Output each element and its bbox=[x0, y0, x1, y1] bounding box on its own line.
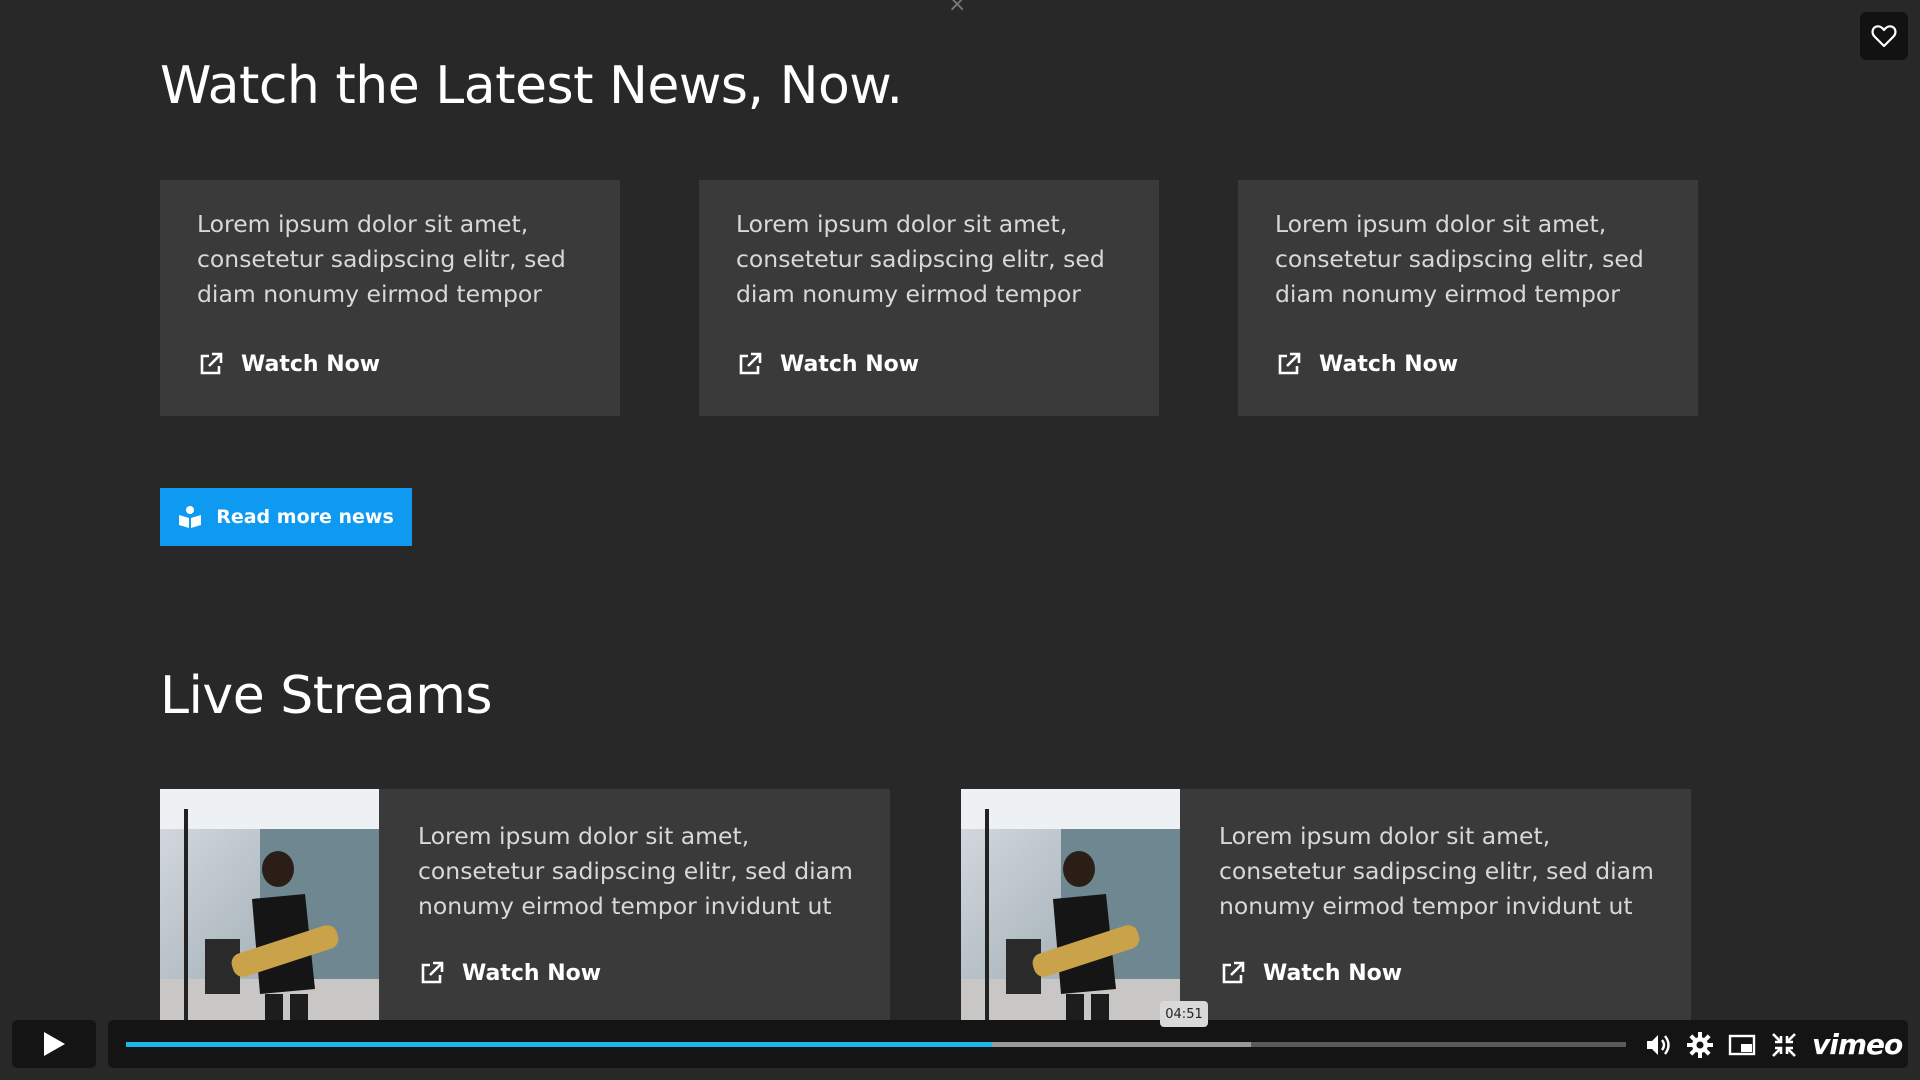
stream-card: Lorem ipsum dolor sit amet, consetetur s… bbox=[961, 789, 1691, 1025]
news-card-text: Lorem ipsum dolor sit amet, consetetur s… bbox=[1275, 210, 1644, 308]
stream-thumbnail[interactable] bbox=[961, 789, 1180, 1025]
watch-now-label: Watch Now bbox=[241, 351, 381, 377]
player-control-bar bbox=[108, 1020, 1908, 1068]
external-link-icon bbox=[421, 961, 444, 984]
heart-icon bbox=[1871, 25, 1897, 48]
like-button[interactable] bbox=[1860, 12, 1908, 60]
news-card-text: Lorem ipsum dolor sit amet, consetetur s… bbox=[736, 210, 1105, 308]
external-link-icon bbox=[200, 352, 223, 375]
reader-icon bbox=[179, 506, 202, 528]
picture-in-picture-icon[interactable] bbox=[1728, 1031, 1756, 1059]
time-tooltip: 04:51 bbox=[1160, 1001, 1208, 1027]
watch-now-link[interactable]: Watch Now bbox=[418, 959, 601, 987]
stream-body: Lorem ipsum dolor sit amet, consetetur s… bbox=[1219, 819, 1659, 924]
external-link-icon bbox=[1278, 352, 1301, 375]
played-bar bbox=[126, 1042, 992, 1047]
watch-now-label: Watch Now bbox=[462, 960, 602, 986]
news-card-text: Lorem ipsum dolor sit amet, consetetur s… bbox=[197, 210, 566, 308]
stream-card-text: Lorem ipsum dolor sit amet, consetetur s… bbox=[418, 822, 853, 920]
watch-now-link[interactable]: Watch Now bbox=[736, 350, 919, 378]
stream-card-text: Lorem ipsum dolor sit amet, consetetur s… bbox=[1219, 822, 1654, 920]
streams-section-title: Live Streams bbox=[160, 666, 492, 726]
external-link-icon bbox=[1222, 961, 1245, 984]
read-more-news-button[interactable]: Read more news bbox=[160, 488, 412, 546]
gear-icon[interactable] bbox=[1686, 1031, 1714, 1059]
news-section-title: Watch the Latest News, Now. bbox=[160, 56, 903, 116]
play-button[interactable] bbox=[12, 1020, 96, 1068]
read-more-label: Read more news bbox=[216, 506, 394, 528]
news-card: Lorem ipsum dolor sit amet, consetetur s… bbox=[1238, 180, 1698, 416]
close-icon: × bbox=[948, 0, 967, 17]
stream-card: Lorem ipsum dolor sit amet, consetetur s… bbox=[160, 789, 890, 1025]
stream-thumbnail[interactable] bbox=[160, 789, 379, 1025]
exit-fullscreen-icon[interactable] bbox=[1770, 1031, 1798, 1059]
play-icon bbox=[44, 1032, 65, 1056]
watch-now-link[interactable]: Watch Now bbox=[1275, 350, 1458, 378]
news-card: Lorem ipsum dolor sit amet, consetetur s… bbox=[160, 180, 620, 416]
vimeo-logo[interactable]: vimeo bbox=[1812, 1028, 1903, 1061]
watch-now-link[interactable]: Watch Now bbox=[197, 350, 380, 378]
watch-now-label: Watch Now bbox=[780, 351, 920, 377]
volume-icon[interactable] bbox=[1644, 1031, 1672, 1059]
progress-bar[interactable] bbox=[126, 1042, 1626, 1047]
watch-now-label: Watch Now bbox=[1263, 960, 1403, 986]
news-card: Lorem ipsum dolor sit amet, consetetur s… bbox=[699, 180, 1159, 416]
stream-body: Lorem ipsum dolor sit amet, consetetur s… bbox=[418, 819, 858, 924]
watch-now-label: Watch Now bbox=[1319, 351, 1459, 377]
external-link-icon bbox=[739, 352, 762, 375]
watch-now-link[interactable]: Watch Now bbox=[1219, 959, 1402, 987]
